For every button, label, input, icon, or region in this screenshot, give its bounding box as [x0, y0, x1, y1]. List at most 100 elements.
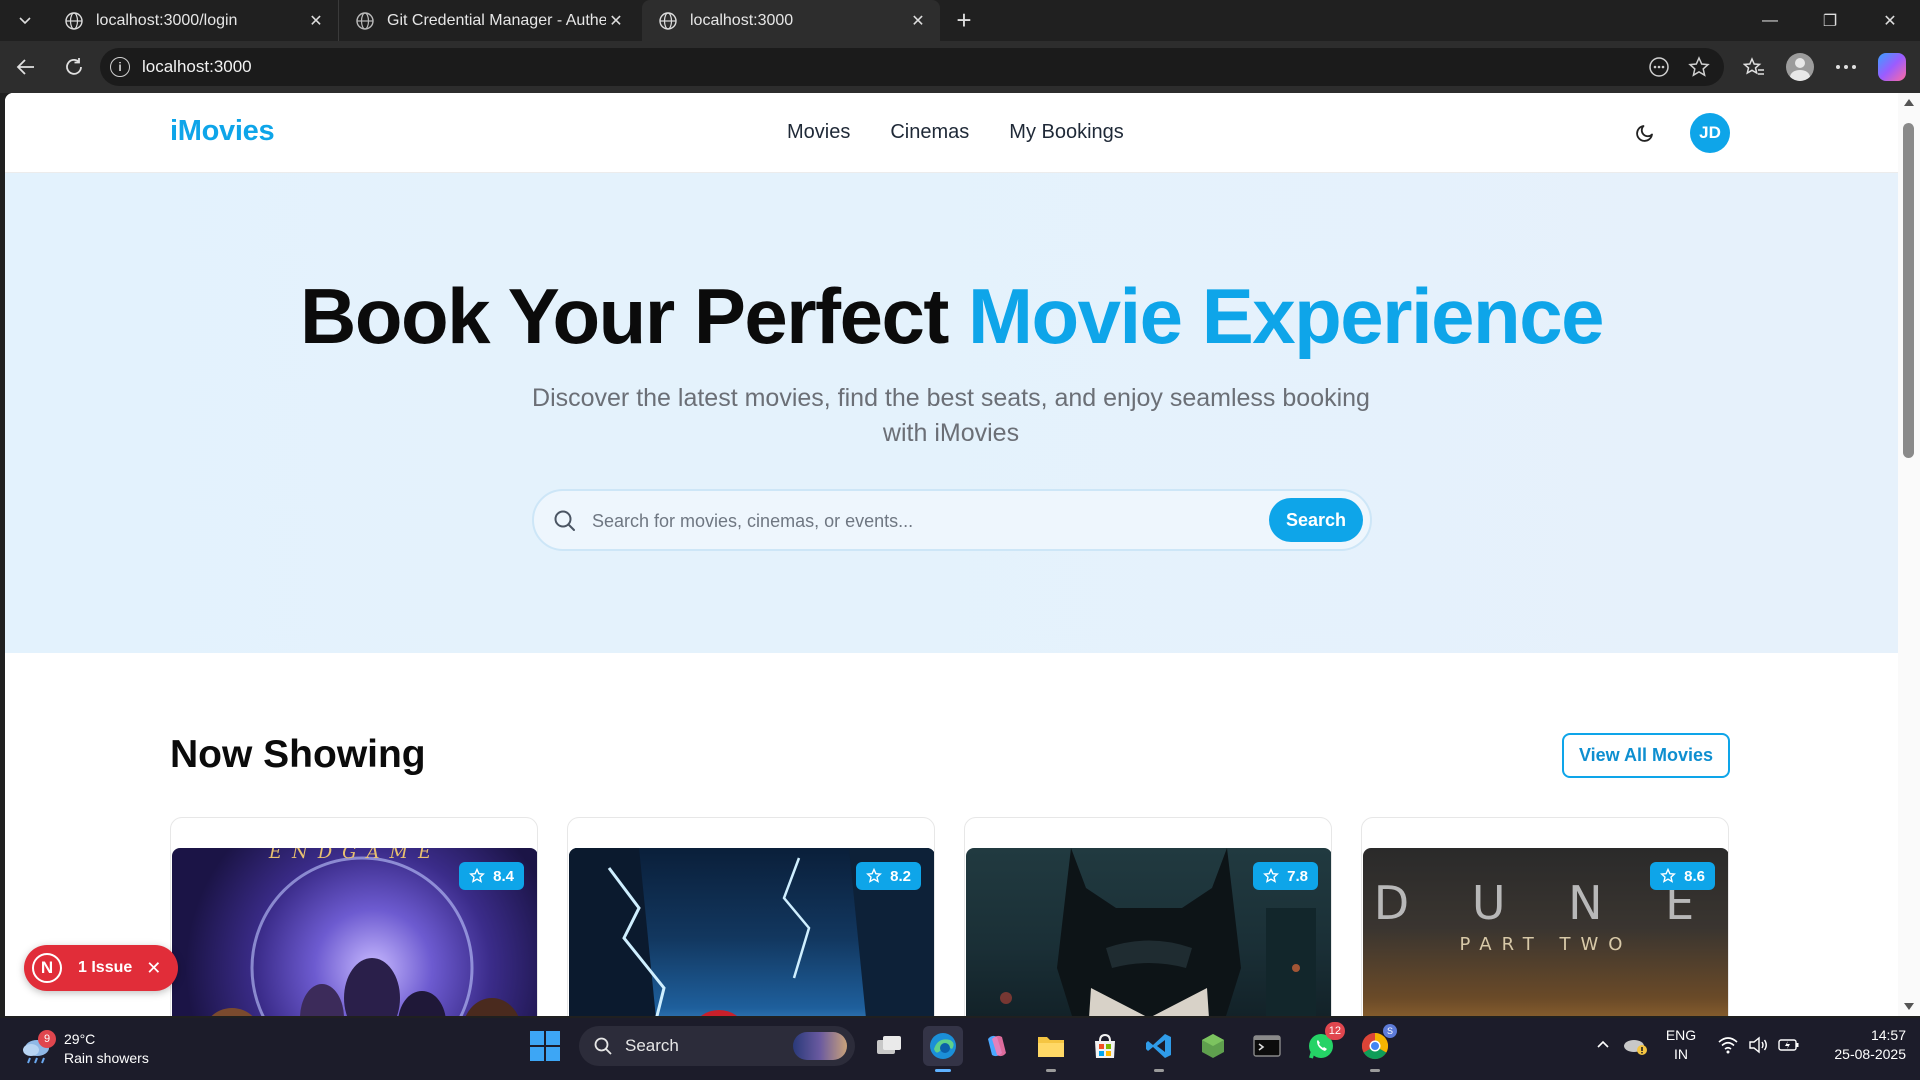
volume-icon [1749, 1036, 1767, 1054]
movie-poster[interactable]: ENDGAME 8.4 [172, 848, 537, 1016]
page-scrollbar[interactable] [1898, 93, 1920, 1016]
search-icon [554, 510, 575, 531]
profile-badge: S [1382, 1024, 1397, 1038]
input-language-indicator[interactable]: ENG IN [1652, 1026, 1710, 1064]
system-clock[interactable]: 14:57 25-08-2025 [1816, 1026, 1906, 1064]
notification-badge: 12 [1324, 1022, 1345, 1040]
tab-title: localhost:3000 [690, 11, 794, 29]
new-tab-button[interactable]: + [946, 3, 982, 39]
task-view-icon[interactable] [869, 1026, 909, 1066]
favorites-button[interactable] [1734, 47, 1774, 87]
favorite-star-icon[interactable] [1688, 56, 1710, 78]
address-bar[interactable]: i localhost:3000 [100, 48, 1724, 86]
weather-widget[interactable]: 9 29°C Rain showers [20, 1030, 149, 1068]
clock-date: 25-08-2025 [1834, 1046, 1906, 1062]
hero-title-plain: Book Your Perfect [300, 272, 968, 360]
profile-button[interactable] [1780, 47, 1820, 87]
taskbar-search-label: Search [625, 1036, 679, 1055]
rating-value: 8.2 [890, 867, 911, 885]
nodejs-icon[interactable] [1193, 1026, 1233, 1066]
file-explorer-icon[interactable] [1031, 1026, 1071, 1072]
nav-link-my-bookings[interactable]: My Bookings [1009, 121, 1124, 144]
theme-toggle-button[interactable] [1631, 117, 1661, 147]
tab-title: Git Credential Manager - Authent [387, 11, 606, 29]
window-controls: — ❐ ✕ [1740, 0, 1920, 41]
close-window-button[interactable]: ✕ [1860, 0, 1920, 41]
reload-button[interactable] [54, 47, 94, 87]
restore-button[interactable]: ❐ [1800, 0, 1860, 41]
search-button[interactable]: Search [1269, 498, 1363, 542]
rating-badge: 8.6 [1650, 862, 1715, 890]
close-tab-icon[interactable]: ✕ [306, 11, 326, 31]
view-all-movies-button[interactable]: View All Movies [1562, 733, 1730, 778]
taskbar-search[interactable]: Search [579, 1026, 855, 1066]
globe-icon [356, 11, 374, 30]
more-horizontal-icon [1836, 65, 1856, 69]
close-icon[interactable]: ✕ [146, 958, 161, 979]
scrollbar-thumb[interactable] [1903, 123, 1914, 458]
clock-time: 14:57 [1870, 1027, 1906, 1043]
scroll-up-icon[interactable] [1904, 99, 1914, 106]
edge-browser-icon[interactable] [923, 1026, 963, 1072]
scroll-down-icon[interactable] [1904, 1003, 1914, 1010]
address-url[interactable]: localhost:3000 [142, 57, 252, 77]
chevron-down-icon [19, 16, 31, 24]
site-info-icon[interactable]: i [110, 57, 130, 77]
hero-title: Book Your Perfect Movie Experience [5, 271, 1898, 362]
system-tray: ENG IN 14:57 25-08-2025 [1588, 1026, 1906, 1064]
movie-card[interactable]: 7.8 [964, 817, 1332, 1016]
search-input[interactable] [592, 505, 1192, 537]
hero-subtitle: Discover the latest movies, find the bes… [532, 384, 1370, 447]
poster-text: ENDGAME [268, 848, 442, 863]
settings-menu-button[interactable] [1826, 47, 1866, 87]
more-dots-circle-icon[interactable] [1648, 56, 1670, 78]
rating-value: 8.4 [493, 867, 514, 885]
onedrive-icon[interactable] [1618, 1030, 1652, 1060]
chrome-icon[interactable]: S [1355, 1024, 1397, 1072]
issue-count-label[interactable]: 1 Issue [78, 959, 132, 977]
rating-badge: 7.8 [1253, 862, 1318, 890]
nextjs-logo-icon: N [32, 953, 62, 983]
rating-badge: 8.2 [856, 862, 921, 890]
star-icon [1263, 868, 1280, 883]
copilot-button[interactable] [1872, 47, 1912, 87]
vscode-icon[interactable] [1139, 1026, 1179, 1072]
main-nav: Movies Cinemas My Bookings [787, 121, 1124, 144]
close-tab-icon[interactable]: ✕ [908, 11, 928, 31]
browser-tab-git-credential[interactable]: Git Credential Manager - Authent ✕ [338, 0, 638, 41]
back-arrow-icon [16, 59, 34, 75]
movie-poster[interactable]: D U N E PART TWO 8.6 [1363, 848, 1728, 1016]
whatsapp-icon[interactable]: 12 [1301, 1022, 1345, 1066]
copilot-app-icon[interactable] [977, 1026, 1017, 1066]
nav-link-cinemas[interactable]: Cinemas [890, 121, 969, 144]
profile-avatar-icon [1786, 53, 1814, 81]
movie-card[interactable]: D U N E PART TWO 8.6 [1361, 817, 1729, 1016]
quick-settings[interactable] [1718, 1036, 1800, 1054]
back-button[interactable] [6, 47, 46, 87]
movie-poster[interactable]: 7.8 [966, 848, 1331, 1016]
weather-rain-icon: 9 [20, 1030, 56, 1064]
taskbar-apps: Search 12 S [525, 1022, 1397, 1072]
battery-charging-icon [1778, 1039, 1799, 1051]
dev-issues-badge[interactable]: N 1 Issue ✕ [24, 945, 178, 991]
search-highlight-image [793, 1032, 847, 1060]
nav-link-movies[interactable]: Movies [787, 121, 850, 144]
site-logo[interactable]: iMovies [170, 115, 275, 148]
windows-start-icon[interactable] [525, 1026, 565, 1066]
tab-actions-menu-button[interactable] [8, 5, 42, 37]
hero-section: Book Your Perfect Movie Experience Disco… [5, 173, 1898, 653]
browser-tab-login[interactable]: localhost:3000/login ✕ [48, 0, 338, 41]
weather-temperature: 29°C [64, 1031, 96, 1047]
show-hidden-icons-chevron-icon[interactable] [1588, 1036, 1618, 1054]
user-avatar[interactable]: JD [1690, 113, 1730, 153]
moon-icon [1636, 125, 1653, 142]
movie-poster[interactable]: 8.2 [569, 848, 934, 1016]
copilot-icon [1878, 53, 1906, 81]
close-tab-icon[interactable]: ✕ [606, 11, 626, 31]
movie-card[interactable]: 8.2 [567, 817, 935, 1016]
movie-card[interactable]: ENDGAME 8.4 [170, 817, 538, 1016]
browser-tab-active[interactable]: localhost:3000 ✕ [642, 0, 940, 41]
minimize-button[interactable]: — [1740, 0, 1800, 41]
terminal-icon[interactable] [1247, 1026, 1287, 1066]
microsoft-store-icon[interactable] [1085, 1026, 1125, 1066]
